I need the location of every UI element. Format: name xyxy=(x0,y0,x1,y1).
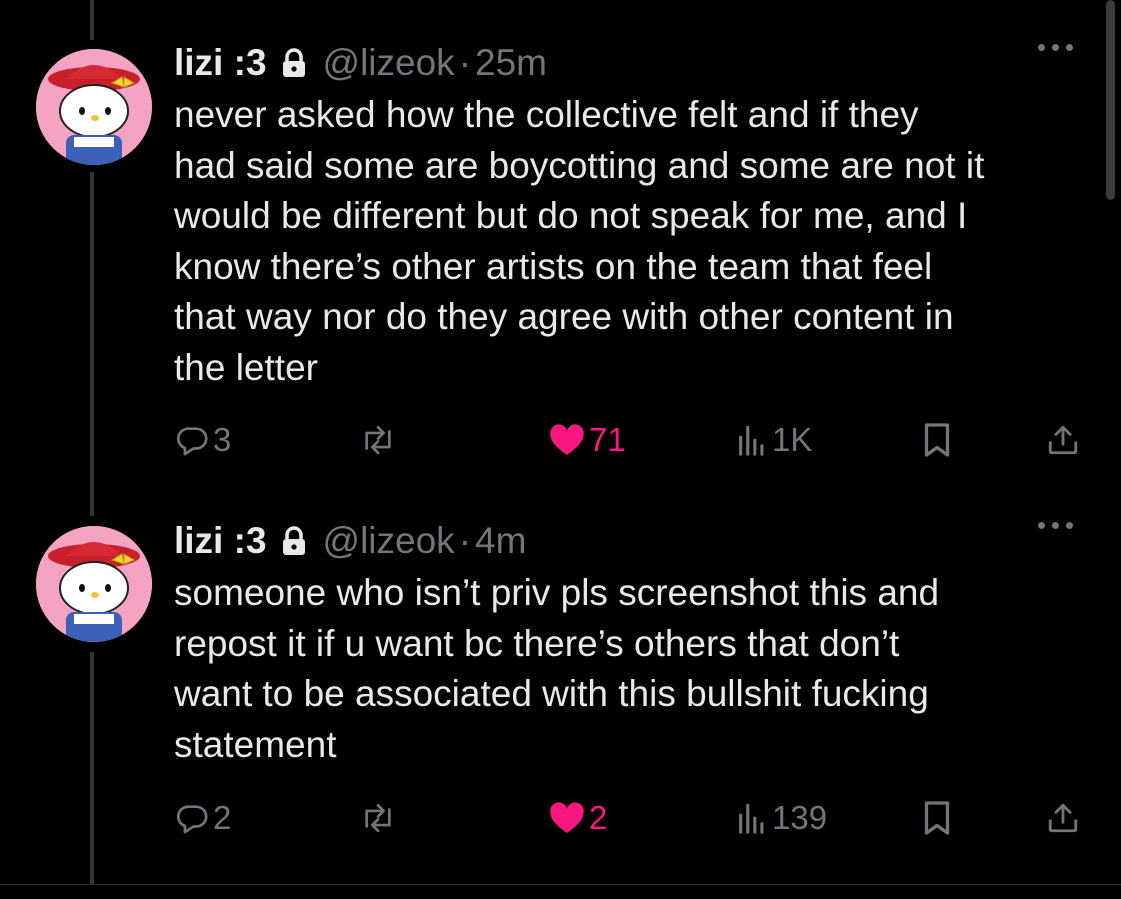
timestamp[interactable]: 4m xyxy=(475,520,526,562)
share-icon xyxy=(1046,800,1080,836)
handle[interactable]: @lizeok xyxy=(323,42,455,84)
reply-icon xyxy=(175,423,209,457)
views-button[interactable]: 1K xyxy=(736,420,812,460)
more-icon[interactable] xyxy=(1038,44,1073,51)
views-button[interactable]: 139 xyxy=(736,798,827,838)
share-button[interactable] xyxy=(1046,798,1080,838)
views-icon xyxy=(736,423,768,457)
bookmark-button[interactable] xyxy=(922,420,952,460)
lock-icon xyxy=(281,526,307,556)
heart-icon xyxy=(549,423,585,457)
bookmark-button[interactable] xyxy=(922,798,952,838)
tweet-actions: 3 71 1K xyxy=(0,420,1121,460)
view-count: 139 xyxy=(772,799,828,836)
separator-dot: · xyxy=(458,520,472,561)
views-icon xyxy=(736,801,768,835)
like-count: 2 xyxy=(589,799,608,836)
timestamp[interactable]: 25m xyxy=(475,42,547,84)
tweet-header: lizi :3 @lizeok · 4m xyxy=(174,516,526,566)
tweet[interactable]: lizi :3 @lizeok · 25m never asked how th… xyxy=(0,38,1121,478)
separator-dot: · xyxy=(458,42,472,83)
tweet-header: lizi :3 @lizeok · 25m xyxy=(174,38,547,88)
display-name[interactable]: lizi :3 xyxy=(174,42,267,84)
handle[interactable]: @lizeok xyxy=(323,520,455,562)
bookmark-icon xyxy=(922,422,952,458)
repost-button[interactable] xyxy=(358,798,398,838)
heart-icon xyxy=(549,801,585,835)
reply-icon xyxy=(175,801,209,835)
avatar[interactable] xyxy=(36,49,152,165)
avatar-image xyxy=(36,526,152,642)
like-count: 71 xyxy=(589,421,626,458)
reply-count: 2 xyxy=(213,799,232,836)
divider xyxy=(0,884,1121,885)
more-icon[interactable] xyxy=(1038,522,1073,529)
lock-icon xyxy=(281,48,307,78)
like-button[interactable]: 2 xyxy=(549,798,607,838)
thread-line-top xyxy=(90,0,94,40)
repost-icon xyxy=(358,801,398,835)
share-icon xyxy=(1046,422,1080,458)
reply-button[interactable]: 3 xyxy=(175,420,231,460)
share-button[interactable] xyxy=(1046,420,1080,460)
repost-icon xyxy=(358,423,398,457)
avatar-image xyxy=(36,49,152,165)
tweet-text: never asked how the collective felt and … xyxy=(174,94,985,388)
display-name[interactable]: lizi :3 xyxy=(174,520,267,562)
bookmark-icon xyxy=(922,800,952,836)
tweet[interactable]: lizi :3 @lizeok · 4m someone who isn’t p… xyxy=(0,516,1121,884)
avatar[interactable] xyxy=(36,526,152,642)
view-count: 1K xyxy=(772,421,813,458)
like-button[interactable]: 71 xyxy=(549,420,626,460)
reply-button[interactable]: 2 xyxy=(175,798,231,838)
repost-button[interactable] xyxy=(358,420,398,460)
tweet-text: someone who isn’t priv pls screenshot th… xyxy=(174,572,940,765)
reply-count: 3 xyxy=(213,421,232,458)
tweet-actions: 2 2 139 xyxy=(0,798,1121,838)
